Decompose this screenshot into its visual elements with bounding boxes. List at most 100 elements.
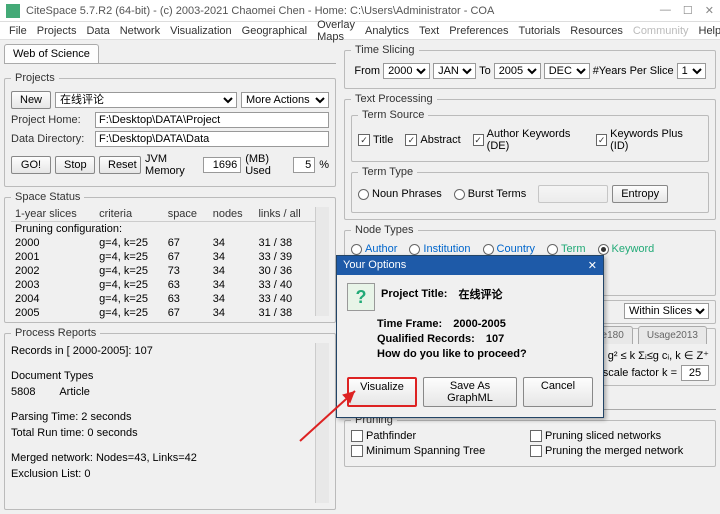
table-row: 2001g=4, k=25673433 / 39 [11, 250, 315, 264]
menu-geographical[interactable]: Geographical [237, 25, 312, 37]
report-dtrow: 5808 Article [11, 384, 315, 401]
tab-web-of-science[interactable]: Web of Science [4, 44, 99, 63]
within-slices-select[interactable]: Within Slices [624, 303, 709, 319]
space-legend: Space Status [11, 191, 84, 203]
project-home-label: Project Home: [11, 114, 91, 126]
minimize-icon[interactable]: — [660, 4, 671, 17]
project-home-input[interactable] [95, 112, 329, 128]
new-button[interactable]: New [11, 91, 51, 109]
entropy-button[interactable]: Entropy [612, 185, 668, 203]
dialog-question: How do you like to proceed? [377, 348, 527, 360]
pathfinder-checkbox[interactable]: Pathfinder [351, 430, 416, 442]
go-button[interactable]: GO! [11, 156, 51, 174]
reports-scrollbar[interactable] [315, 343, 329, 503]
menu-tutorials[interactable]: Tutorials [514, 25, 566, 37]
pruning-merged-checkbox[interactable]: Pruning the merged network [530, 445, 683, 457]
tf-value: 2000-2005 [453, 318, 506, 330]
menu-network[interactable]: Network [115, 25, 165, 37]
menu-help[interactable]: Help [694, 25, 720, 37]
cancel-button[interactable]: Cancel [523, 377, 593, 407]
burst-terms-radio[interactable]: Burst Terms [454, 188, 526, 200]
menu-resources[interactable]: Resources [565, 25, 628, 37]
to-label: To [479, 65, 491, 77]
abstract-checkbox[interactable]: ✓Abstract [405, 134, 460, 146]
projects-panel: Projects New 在线评论 More Actions ... Proje… [4, 72, 336, 187]
usage2013-tab[interactable]: Usage2013 [638, 326, 707, 344]
jvm-unit: (MB) Used [245, 153, 289, 177]
maximize-icon[interactable]: ☐ [683, 4, 693, 17]
table-row: 2002g=4, k=25733430 / 36 [11, 264, 315, 278]
yps-label: #Years Per Slice [593, 65, 674, 77]
pruning-sliced-checkbox[interactable]: Pruning sliced networks [530, 430, 661, 442]
to-month-select[interactable]: DEC [544, 63, 590, 79]
term-type-panel: Term Type Noun Phrases Burst Terms Entro… [351, 166, 709, 213]
table-row: 2004g=4, k=25633433 / 40 [11, 292, 315, 306]
table-row: 2000g=4, k=25673431 / 38 [11, 236, 315, 250]
nodetype-keyword[interactable]: Keyword [598, 243, 655, 255]
nodetype-author[interactable]: Author [351, 243, 397, 255]
reset-button[interactable]: Reset [99, 156, 141, 174]
noun-phrases-radio[interactable]: Noun Phrases [358, 188, 442, 200]
dialog-title: Your Options [343, 259, 406, 272]
report-merged: Merged network: Nodes=43, Links=42 [11, 450, 315, 467]
keywords-plus-checkbox[interactable]: ✓Keywords Plus (ID) [596, 128, 694, 152]
nodetype-term[interactable]: Term [547, 243, 585, 255]
node-types-legend: Node Types [351, 224, 418, 236]
app-icon [6, 4, 20, 18]
menu-community[interactable]: Community [628, 25, 694, 37]
window-title: CiteSpace 5.7.R2 (64-bit) - (c) 2003-202… [26, 5, 494, 17]
close-icon[interactable]: ✕ [705, 4, 714, 17]
save-graphml-button[interactable]: Save As GraphML [423, 377, 517, 407]
data-directory-label: Data Directory: [11, 133, 91, 145]
text-processing-legend: Text Processing [351, 93, 437, 105]
question-icon: ? [347, 283, 375, 311]
data-directory-input[interactable] [95, 131, 329, 147]
pct-label: % [319, 159, 329, 171]
time-slicing-legend: Time Slicing [351, 44, 419, 56]
report-doctypes: Document Types [11, 368, 315, 385]
report-total: Total Run time: 0 seconds [11, 425, 315, 442]
term-source-legend: Term Source [358, 109, 428, 121]
space-status-panel: Space Status 1-year slicescriteriaspacen… [4, 191, 336, 323]
jvm-pct [293, 157, 315, 173]
menu-preferences[interactable]: Preferences [444, 25, 513, 37]
menu-data[interactable]: Data [81, 25, 114, 37]
author-keywords-checkbox[interactable]: ✓Author Keywords (DE) [473, 128, 584, 152]
menubar: FileProjectsDataNetworkVisualizationGeog… [0, 22, 720, 40]
time-slicing-panel: Time Slicing From 2000 JAN To 2005 DEC #… [344, 44, 716, 89]
menu-text[interactable]: Text [414, 25, 444, 37]
from-month-select[interactable]: JAN [433, 63, 476, 79]
more-actions-select[interactable]: More Actions ... [241, 92, 329, 108]
scale-input[interactable] [681, 365, 709, 381]
menu-visualization[interactable]: Visualization [165, 25, 237, 37]
yps-select[interactable]: 1 [677, 63, 706, 79]
stop-button[interactable]: Stop [55, 156, 95, 174]
title-checkbox[interactable]: ✓Title [358, 134, 393, 146]
jvm-label: JVM Memory [145, 153, 199, 177]
pt-label: Project Title: [381, 288, 447, 300]
table-row: 2005g=4, k=25673431 / 38 [11, 306, 315, 320]
reports-legend: Process Reports [11, 327, 100, 339]
menu-overlay-maps[interactable]: Overlay Maps [312, 19, 360, 43]
text-processing-panel: Text Processing Term Source ✓Title ✓Abst… [344, 93, 716, 220]
mst-checkbox[interactable]: Minimum Spanning Tree [351, 445, 485, 457]
term-source-panel: Term Source ✓Title ✓Abstract ✓Author Key… [351, 109, 709, 162]
projects-legend: Projects [11, 72, 59, 84]
report-excl: Exclusion List: 0 [11, 466, 315, 483]
menu-projects[interactable]: Projects [32, 25, 82, 37]
to-year-select[interactable]: 2005 [494, 63, 541, 79]
nodetype-country[interactable]: Country [483, 243, 536, 255]
menu-analytics[interactable]: Analytics [360, 25, 414, 37]
nodetype-institution[interactable]: Institution [409, 243, 470, 255]
space-scrollbar[interactable] [315, 207, 329, 316]
qr-label: Qualified Records: [377, 333, 475, 345]
window-titlebar: CiteSpace 5.7.R2 (64-bit) - (c) 2003-202… [0, 0, 720, 22]
from-year-select[interactable]: 2000 [383, 63, 430, 79]
visualize-button[interactable]: Visualize [347, 377, 417, 407]
report-parse: Parsing Time: 2 seconds [11, 409, 315, 426]
project-select[interactable]: 在线评论 [55, 92, 237, 108]
term-type-legend: Term Type [358, 166, 417, 178]
menu-file[interactable]: File [4, 25, 32, 37]
space-table: 1-year slicescriteriaspacenodeslinks / a… [11, 207, 315, 320]
dialog-close-icon[interactable]: ✕ [588, 259, 597, 272]
